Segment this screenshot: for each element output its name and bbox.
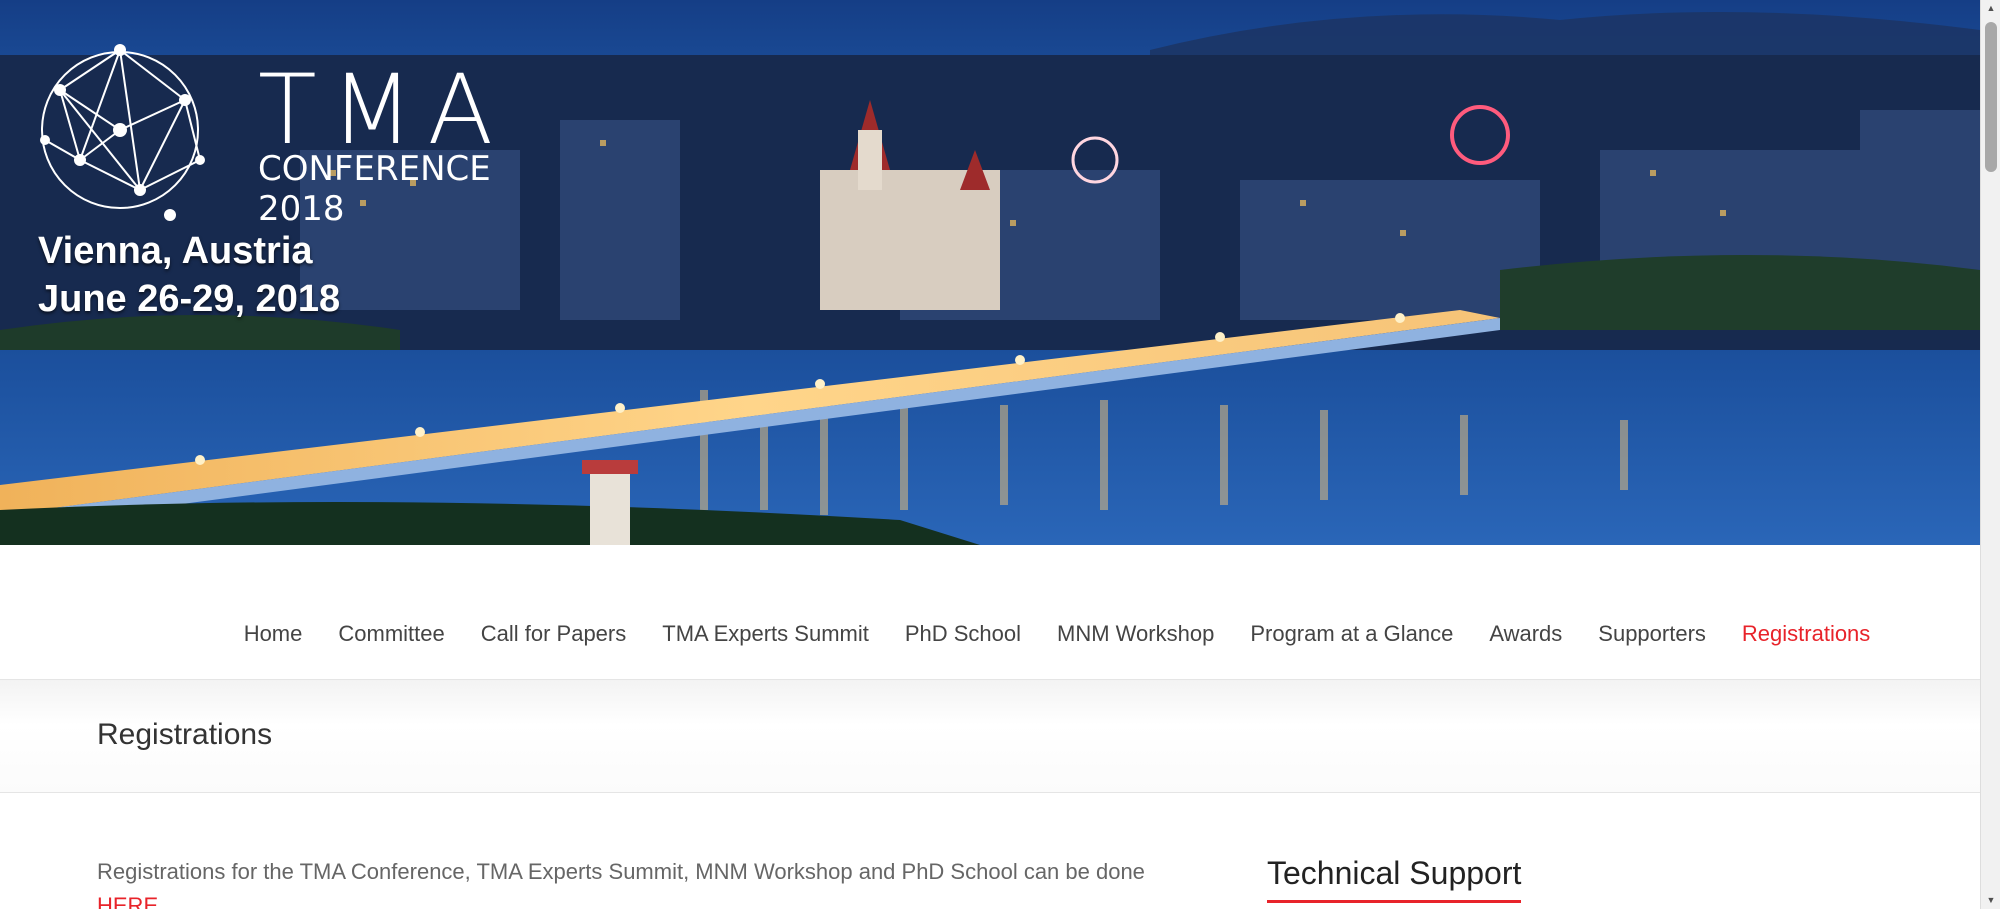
page-title: Registrations: [97, 718, 273, 751]
nav-item-registrations[interactable]: Registrations: [1724, 621, 1888, 647]
logo-wordmark: TMA: [258, 54, 508, 166]
logo-subtitle: CONFERENCE: [258, 149, 491, 189]
sidebar-technical-support-heading: Technical Support: [1267, 855, 1522, 903]
nav-item-committee[interactable]: Committee: [320, 621, 462, 647]
conference-dates: June 26-29, 2018: [38, 278, 341, 320]
nav-item-awards[interactable]: Awards: [1471, 621, 1580, 647]
page-scrollbar[interactable]: ▲ ▼: [1980, 0, 2000, 909]
nav-item-supporters[interactable]: Supporters: [1580, 621, 1724, 647]
nav-item-program-at-a-glance[interactable]: Program at a Glance: [1232, 621, 1471, 647]
nav-list: Home Committee Call for Papers TMA Exper…: [0, 621, 1980, 647]
scroll-thumb[interactable]: [1985, 22, 1997, 172]
page-title-bar: Registrations: [0, 680, 1980, 793]
main-navigation: Home Committee Call for Papers TMA Exper…: [0, 545, 1980, 680]
registration-here-link[interactable]: HERE: [97, 889, 1207, 909]
scroll-down-arrow-icon[interactable]: ▼: [1981, 892, 2000, 909]
nav-item-phd-school[interactable]: PhD School: [887, 621, 1039, 647]
logo-year: 2018: [258, 189, 345, 229]
scroll-up-arrow-icon[interactable]: ▲: [1981, 0, 2000, 17]
page: TMA CONFERENCE 2018 Vienna, Austria June…: [0, 0, 1980, 909]
nav-item-tma-experts-summit[interactable]: TMA Experts Summit: [644, 621, 887, 647]
network-globe-icon: [40, 44, 205, 221]
registration-intro: Registrations for the TMA Conference, TM…: [97, 855, 1207, 909]
intro-text: Registrations for the TMA Conference, TM…: [97, 859, 1145, 884]
tma-logo[interactable]: TMA CONFERENCE 2018: [20, 10, 500, 229]
nav-item-call-for-papers[interactable]: Call for Papers: [463, 621, 645, 647]
nav-item-home[interactable]: Home: [226, 621, 321, 647]
nav-item-mnm-workshop[interactable]: MNM Workshop: [1039, 621, 1232, 647]
conference-location: Vienna, Austria: [38, 230, 313, 272]
header-banner: TMA CONFERENCE 2018 Vienna, Austria June…: [0, 0, 1980, 545]
main-content: Registrations for the TMA Conference, TM…: [0, 793, 1980, 909]
